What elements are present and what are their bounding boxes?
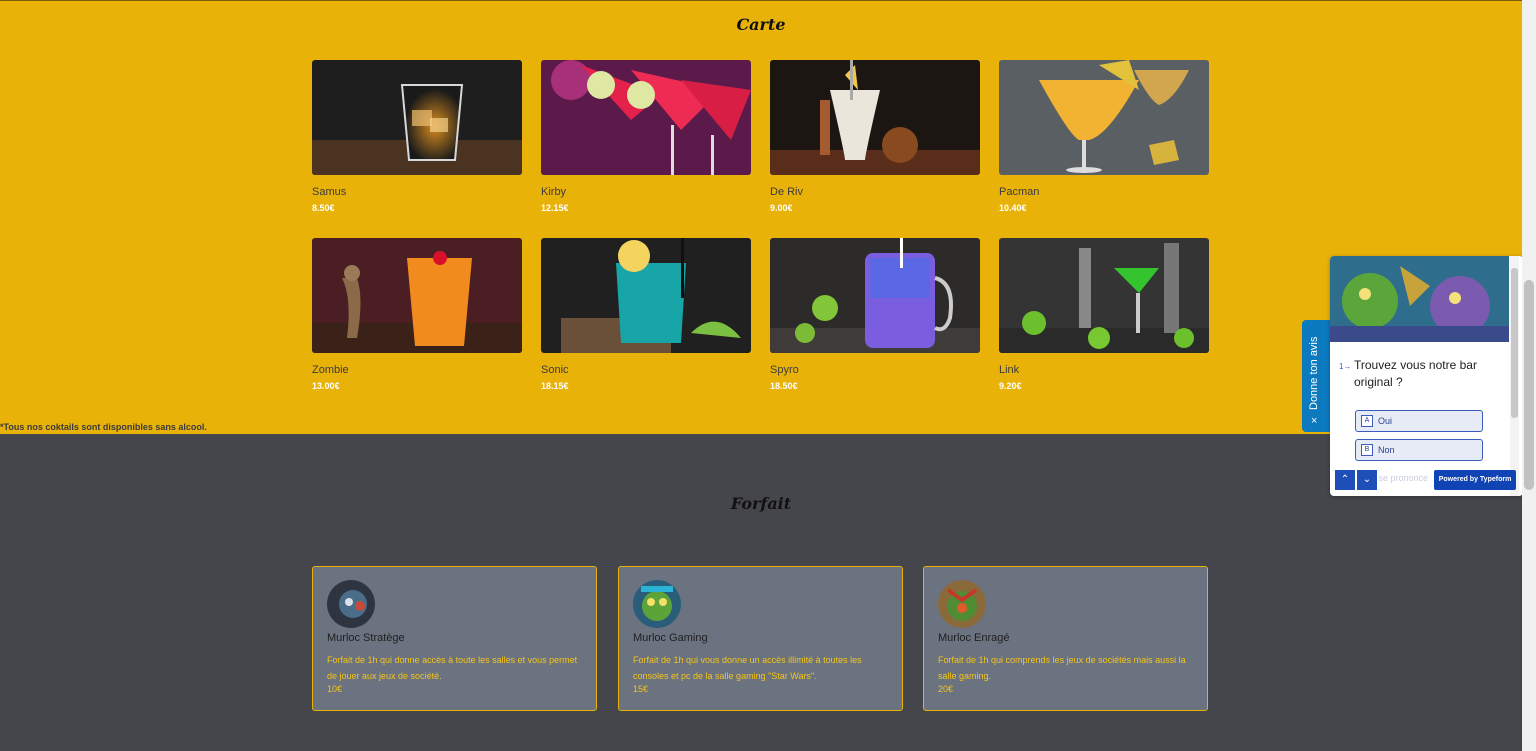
cocktail-card[interactable]: Samus 8.50€ [312, 60, 522, 213]
forfait-price: 10€ [327, 684, 343, 694]
close-icon[interactable]: × [1311, 415, 1317, 427]
forfait-description: Forfait de 1h qui vous donne un accès il… [633, 655, 862, 681]
forfait-price: 15€ [633, 684, 649, 694]
question-text: Trouvez vous notre bar original ? [1354, 358, 1477, 389]
avatar [938, 580, 986, 628]
carte-title: Carte [736, 15, 786, 34]
cocktail-card[interactable]: Kirby 12.15€ [541, 60, 751, 213]
cocktail-name: Zombie [312, 364, 349, 376]
cocktail-image [999, 60, 1209, 175]
cocktail-price: 8.50€ [312, 203, 335, 213]
cocktail-image [770, 60, 980, 175]
cocktail-card[interactable]: Zombie 13.00€ [312, 238, 522, 391]
forfait-name: Murloc Gaming [633, 632, 708, 644]
cocktail-image [541, 238, 751, 353]
forfait-name: Murloc Enragé [938, 632, 1010, 644]
cocktail-card[interactable]: Link 9.20€ [999, 238, 1209, 391]
feedback-tab-label: Donne ton avis [1308, 336, 1320, 410]
choice-non[interactable]: B Non [1355, 439, 1483, 461]
nav-down-button[interactable]: ⌄ [1357, 470, 1377, 490]
forfait-card[interactable]: Murloc Stratège Forfait de 1h qui donne … [312, 566, 597, 711]
cocktail-name: Samus [312, 186, 347, 198]
cocktail-price: 9.00€ [770, 203, 793, 213]
page: Carte Samus 8.50€ Kirby 12.15€ De Riv 9.… [0, 0, 1522, 751]
cocktail-card[interactable]: Sonic 18.15€ [541, 238, 751, 391]
cocktail-image [999, 238, 1209, 353]
avatar [633, 580, 681, 628]
choice-label: Oui [1378, 416, 1393, 426]
forfait-name: Murloc Stratège [327, 632, 405, 644]
page-scrollbar-thumb[interactable] [1524, 280, 1534, 490]
panel-scrollbar[interactable] [1510, 256, 1519, 496]
cocktail-price: 13.00€ [312, 381, 340, 391]
cocktail-name: Sonic [541, 364, 569, 376]
forfait-title: Forfait [730, 494, 792, 513]
avatar [327, 580, 375, 628]
page-scrollbar[interactable] [1522, 0, 1536, 751]
murloc-banner-image [1330, 256, 1509, 342]
cocktail-image [770, 238, 980, 353]
feedback-tab[interactable]: Donne ton avis × [1302, 320, 1330, 432]
forfait-price: 20€ [938, 684, 954, 694]
cocktail-price: 18.15€ [541, 381, 569, 391]
choice-key: B [1361, 444, 1373, 456]
chevron-down-icon: ⌄ [1362, 474, 1372, 485]
cocktail-image [312, 60, 522, 175]
cocktail-name: Spyro [770, 364, 799, 376]
choice-label: Non [1378, 445, 1395, 455]
carte-section: Carte Samus 8.50€ Kirby 12.15€ De Riv 9.… [0, 0, 1522, 434]
cocktail-name: Kirby [541, 186, 567, 198]
powered-by-typeform-button[interactable]: Powered by Typeform [1434, 470, 1516, 490]
cocktail-price: 10.40€ [999, 203, 1027, 213]
cocktail-card[interactable]: De Riv 9.00€ [770, 60, 980, 213]
chevron-up-icon: ⌃ [1340, 474, 1350, 485]
choice-oui[interactable]: A Oui [1355, 410, 1483, 432]
panel-scrollbar-thumb[interactable] [1511, 268, 1518, 418]
forfait-card[interactable]: Murloc Gaming Forfait de 1h qui vous don… [618, 566, 903, 711]
feedback-panel: 1→ Trouvez vous notre bar original ? A O… [1330, 256, 1523, 496]
forfait-description: Forfait de 1h qui comprends les jeux de … [938, 655, 1186, 681]
nav-up-button[interactable]: ⌃ [1335, 470, 1355, 490]
cocktail-image [541, 60, 751, 175]
cocktail-name: Pacman [999, 186, 1040, 198]
cocktail-price: 12.15€ [541, 203, 569, 213]
cocktail-price: 9.20€ [999, 381, 1022, 391]
forfait-card[interactable]: Murloc Enragé Forfait de 1h qui comprend… [923, 566, 1208, 711]
cocktail-name: Link [999, 364, 1020, 376]
question-number: 1→ [1339, 362, 1352, 371]
cocktail-card[interactable]: Spyro 18.50€ [770, 238, 980, 391]
alcohol-free-note: *Tous nos coktails sont disponibles sans… [0, 422, 207, 432]
cocktail-card[interactable]: Pacman 10.40€ [999, 60, 1209, 213]
choice-key: A [1361, 415, 1373, 427]
cocktail-name: De Riv [770, 186, 804, 198]
forfait-description: Forfait de 1h qui donne accès à toute le… [327, 655, 578, 681]
cocktail-price: 18.50€ [770, 381, 798, 391]
cocktail-image [312, 238, 522, 353]
